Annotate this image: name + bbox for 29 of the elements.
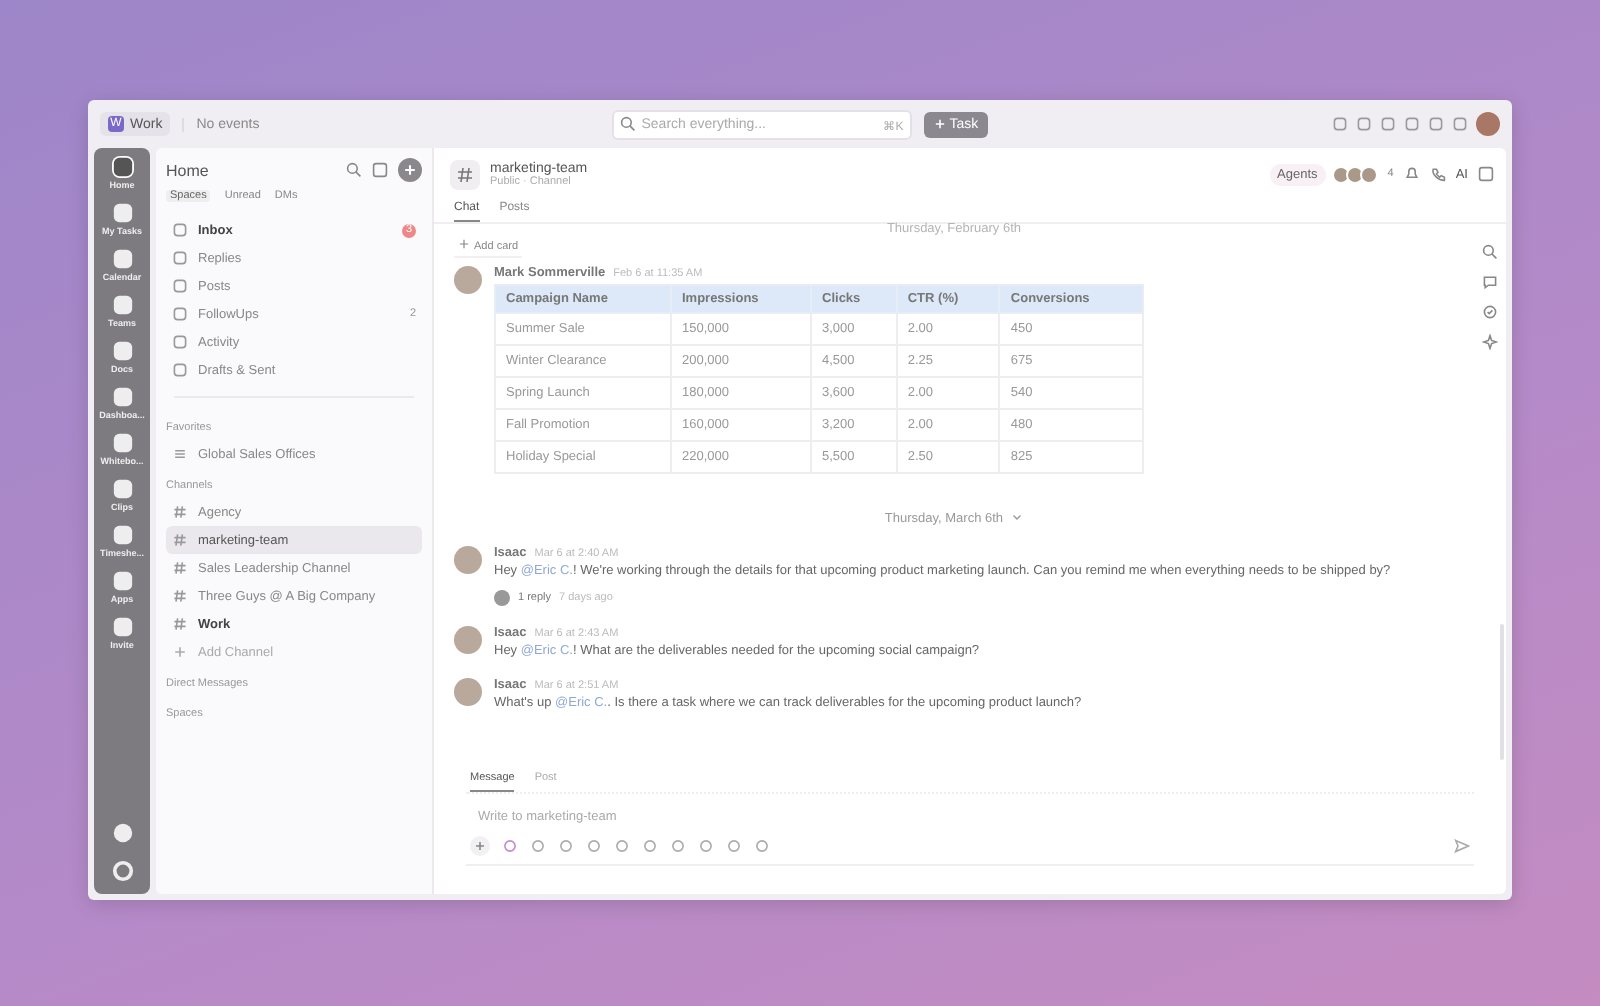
hash-icon <box>172 560 188 576</box>
avatar <box>454 545 482 573</box>
bell-icon[interactable] <box>1403 166 1420 182</box>
panel-icon[interactable] <box>372 162 388 178</box>
search-icon <box>619 116 636 132</box>
hash-icon <box>172 588 188 604</box>
hash-icon <box>172 616 188 632</box>
phone-icon[interactable] <box>1429 166 1446 182</box>
sidebar-toggle-icon[interactable] <box>1478 166 1494 182</box>
hash-icon <box>172 504 188 520</box>
sparkle-icon[interactable] <box>1482 334 1498 350</box>
add-button[interactable] <box>470 836 490 856</box>
hash-icon <box>450 159 480 189</box>
search-icon[interactable] <box>346 162 362 178</box>
hash-icon <box>172 532 188 548</box>
plus-icon <box>458 238 470 250</box>
avatar[interactable] <box>1476 112 1500 136</box>
plus-icon <box>472 838 488 854</box>
sidebar-title: Home <box>166 161 211 179</box>
plus-icon <box>933 118 946 130</box>
avatar <box>454 265 482 293</box>
avatar <box>454 677 482 705</box>
plus-icon <box>402 162 418 178</box>
search-icon[interactable] <box>1482 244 1498 260</box>
avatar <box>494 589 510 605</box>
new-button[interactable] <box>398 158 422 182</box>
member-avatars[interactable] <box>1335 165 1378 183</box>
avatar <box>454 625 482 653</box>
plus-icon <box>172 644 188 660</box>
